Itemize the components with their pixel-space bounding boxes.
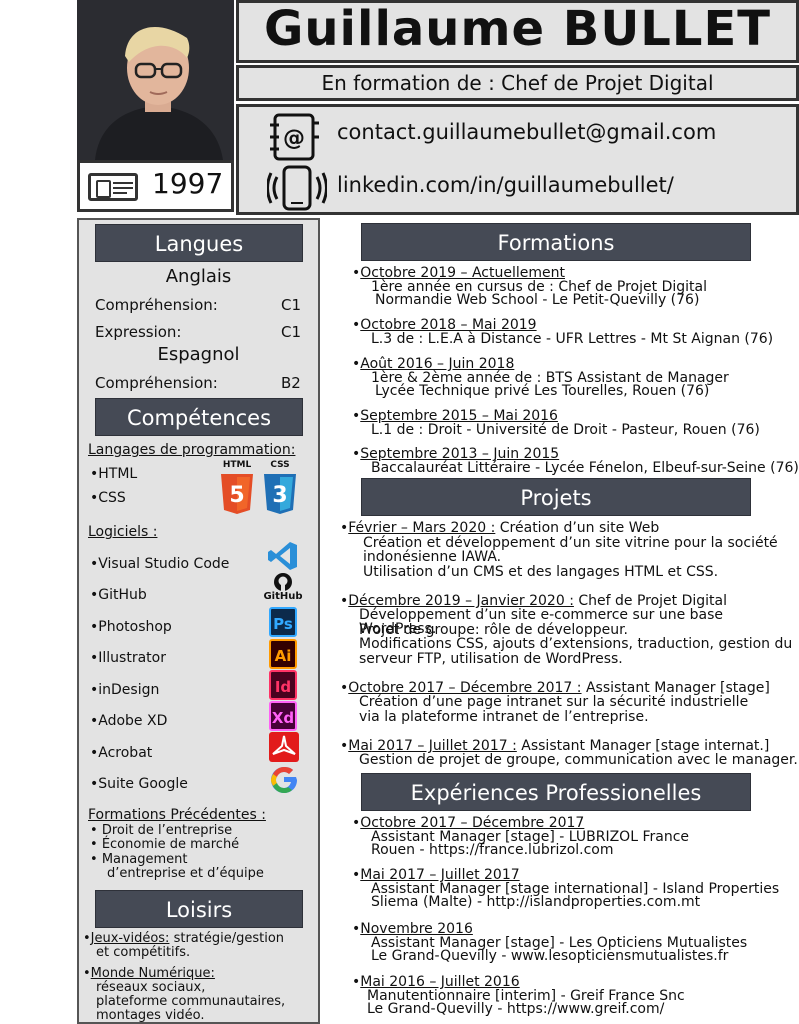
experience-line: Le Grand-Quevilly - https://www.greif.co… <box>367 1001 665 1017</box>
projet-line: via la plateforme intranet de l’entrepri… <box>359 709 649 725</box>
langues-header: Langues <box>95 224 303 262</box>
formation-date: Septembre 2013 – Juin 2015 <box>352 447 559 461</box>
lang-row-level: B2 <box>281 374 301 392</box>
software-item: Illustrator <box>90 650 166 666</box>
projet-entry: Février – Mars 2020 : Création d’un site… <box>340 521 659 535</box>
formation-prec-item: Économie de marché <box>90 838 239 852</box>
formation-line: Normandie Web School - Le Petit-Quevilly… <box>375 292 700 308</box>
experience-date: Mai 2017 – Juillet 2017 <box>352 868 519 882</box>
formation-line: L.1 de : Droit - Université de Droit - P… <box>371 422 760 438</box>
loisir-item: Jeux-vidéos: stratégie/gestion <box>83 932 284 946</box>
projet-line: Création d’une page intranet sur la sécu… <box>359 694 749 710</box>
experience-date: Novembre 2016 <box>352 922 473 936</box>
loisir-item-line: montages vidéo. <box>96 1008 205 1023</box>
projet-line: Gestion de projet de groupe, communicati… <box>359 752 798 768</box>
software-item: inDesign <box>90 682 159 698</box>
address-book-icon: @ <box>270 113 319 161</box>
formation-date: Octobre 2018 – Mai 2019 <box>352 318 536 332</box>
formation-prec-item: Management <box>90 853 188 867</box>
formation-line: Lycée Technique privé Les Tourelles, Rou… <box>375 383 710 399</box>
loisir-item-line: réseaux sociaux, <box>96 980 206 995</box>
lang-row-label: Compréhension: <box>95 374 218 392</box>
css3-icon: 3 <box>264 474 296 514</box>
prog-item: HTML <box>90 466 137 482</box>
projet-line: indonésienne IAWA. <box>363 549 502 565</box>
loisirs-header: Loisirs <box>95 890 303 928</box>
formation-date: Août 2016 – Juin 2018 <box>352 357 514 371</box>
left-column: Langues Anglais Compréhension: C1 Expres… <box>77 218 320 1024</box>
smartphone-icon <box>267 165 327 211</box>
portrait-image <box>77 0 234 160</box>
prog-item: CSS <box>90 490 126 506</box>
logiciels-title: Logiciels : <box>88 524 158 540</box>
github-caption: GitHub <box>263 591 303 602</box>
competences-header: Compétences <box>95 398 303 436</box>
linkedin-link[interactable]: linkedin.com/in/guillaumebullet/ <box>337 173 674 197</box>
birth-year: 1997 <box>152 167 224 200</box>
full-name: Guillaume BULLET <box>263 1 772 57</box>
projets-header: Projets <box>361 478 751 516</box>
github-icon <box>274 573 292 591</box>
lang-row-level: C1 <box>281 323 302 341</box>
experience-date: Mai 2016 – Juillet 2016 <box>352 975 519 989</box>
software-item: Suite Google <box>90 776 188 792</box>
indesign-icon: Id <box>269 670 297 700</box>
formation-line: Baccalauréat Littéraire - Lycée Fénelon,… <box>371 460 799 476</box>
formation-prec-item: Droit de l’entreprise <box>90 824 232 838</box>
software-item: Photoshop <box>90 619 172 635</box>
illustrator-icon: Ai <box>269 639 297 669</box>
google-icon <box>271 767 297 793</box>
svg-text:5: 5 <box>229 483 244 508</box>
photoshop-icon: Ps <box>269 607 297 637</box>
formation-date: Octobre 2019 – Actuellement <box>352 266 565 280</box>
loisir-item-line: et compétitifs. <box>96 945 191 960</box>
language-english: Anglais <box>165 266 232 287</box>
name-banner: Guillaume BULLET <box>236 0 799 63</box>
lang-row-level: C1 <box>281 296 302 314</box>
formations-prec-title: Formations Précédentes : <box>88 807 266 823</box>
svg-text:@: @ <box>283 126 305 151</box>
vscode-icon <box>268 542 297 570</box>
formations-header: Formations <box>361 223 751 261</box>
html5-icon: 5 <box>221 474 253 514</box>
projet-entry: Mai 2017 – Juillet 2017 : Assistant Mana… <box>340 739 769 753</box>
svg-text:3: 3 <box>272 483 287 508</box>
software-item: Acrobat <box>90 745 152 761</box>
projet-line: Création et développement d’un site vitr… <box>363 535 778 551</box>
css-badge-caption: CSS <box>270 460 290 470</box>
language-spanish: Espagnol <box>157 344 240 365</box>
software-item: GitHub <box>90 587 147 603</box>
formation-date: Septembre 2015 – Mai 2016 <box>352 409 558 423</box>
projet-entry: Octobre 2017 – Décembre 2017 : Assistant… <box>340 681 770 695</box>
loisir-item: Monde Numérique: <box>83 967 215 981</box>
experience-line: Sliema (Malte) - http://islandproperties… <box>371 894 701 910</box>
formation-prec-item: d’entreprise et d’équipe <box>107 866 264 881</box>
birth-year-box: 1997 <box>77 160 234 212</box>
projet-line: serveur FTP, utilisation de WordPress. <box>359 651 623 667</box>
loisir-item-line: plateforme communautaires, <box>96 994 286 1009</box>
lang-row-label: Expression: <box>95 323 182 341</box>
projet-line: Modifications CSS, ajouts d’extensions, … <box>359 636 793 652</box>
projet-line: Projet de groupe: rôle de développeur. <box>359 622 628 638</box>
job-subtitle: En formation de : Chef de Projet Digital <box>321 71 714 95</box>
adobe-xd-icon: Xd <box>269 701 297 731</box>
prog-languages-title: Langages de programmation: <box>88 442 296 458</box>
contact-panel: @ contact.guillaumebullet@gmail.com link… <box>236 104 799 215</box>
acrobat-icon <box>269 732 299 762</box>
formation-line: L.3 de : L.E.A à Distance - UFR Lettres … <box>371 331 774 347</box>
projet-entry: Décembre 2019 – Janvier 2020 : Chef de P… <box>340 594 727 608</box>
email-link[interactable]: contact.guillaumebullet@gmail.com <box>337 120 716 144</box>
software-item: Visual Studio Code <box>90 556 229 572</box>
profile-photo <box>77 0 234 160</box>
lang-row-label: Compréhension: <box>95 296 218 314</box>
software-item: Adobe XD <box>90 713 167 729</box>
experiences-header: Expériences Professionelles <box>361 773 751 811</box>
id-card-icon <box>88 173 138 201</box>
experience-line: Rouen - https://france.lubrizol.com <box>371 842 614 858</box>
html-badge-caption: HTML <box>222 460 252 470</box>
subtitle-banner: En formation de : Chef de Projet Digital <box>236 65 799 101</box>
projet-line: Utilisation d’un CMS et des langages HTM… <box>363 564 719 580</box>
experience-line: Le Grand-Quevilly - www.lesopticiensmutu… <box>371 948 729 964</box>
experience-date: Octobre 2017 – Décembre 2017 <box>352 816 584 830</box>
